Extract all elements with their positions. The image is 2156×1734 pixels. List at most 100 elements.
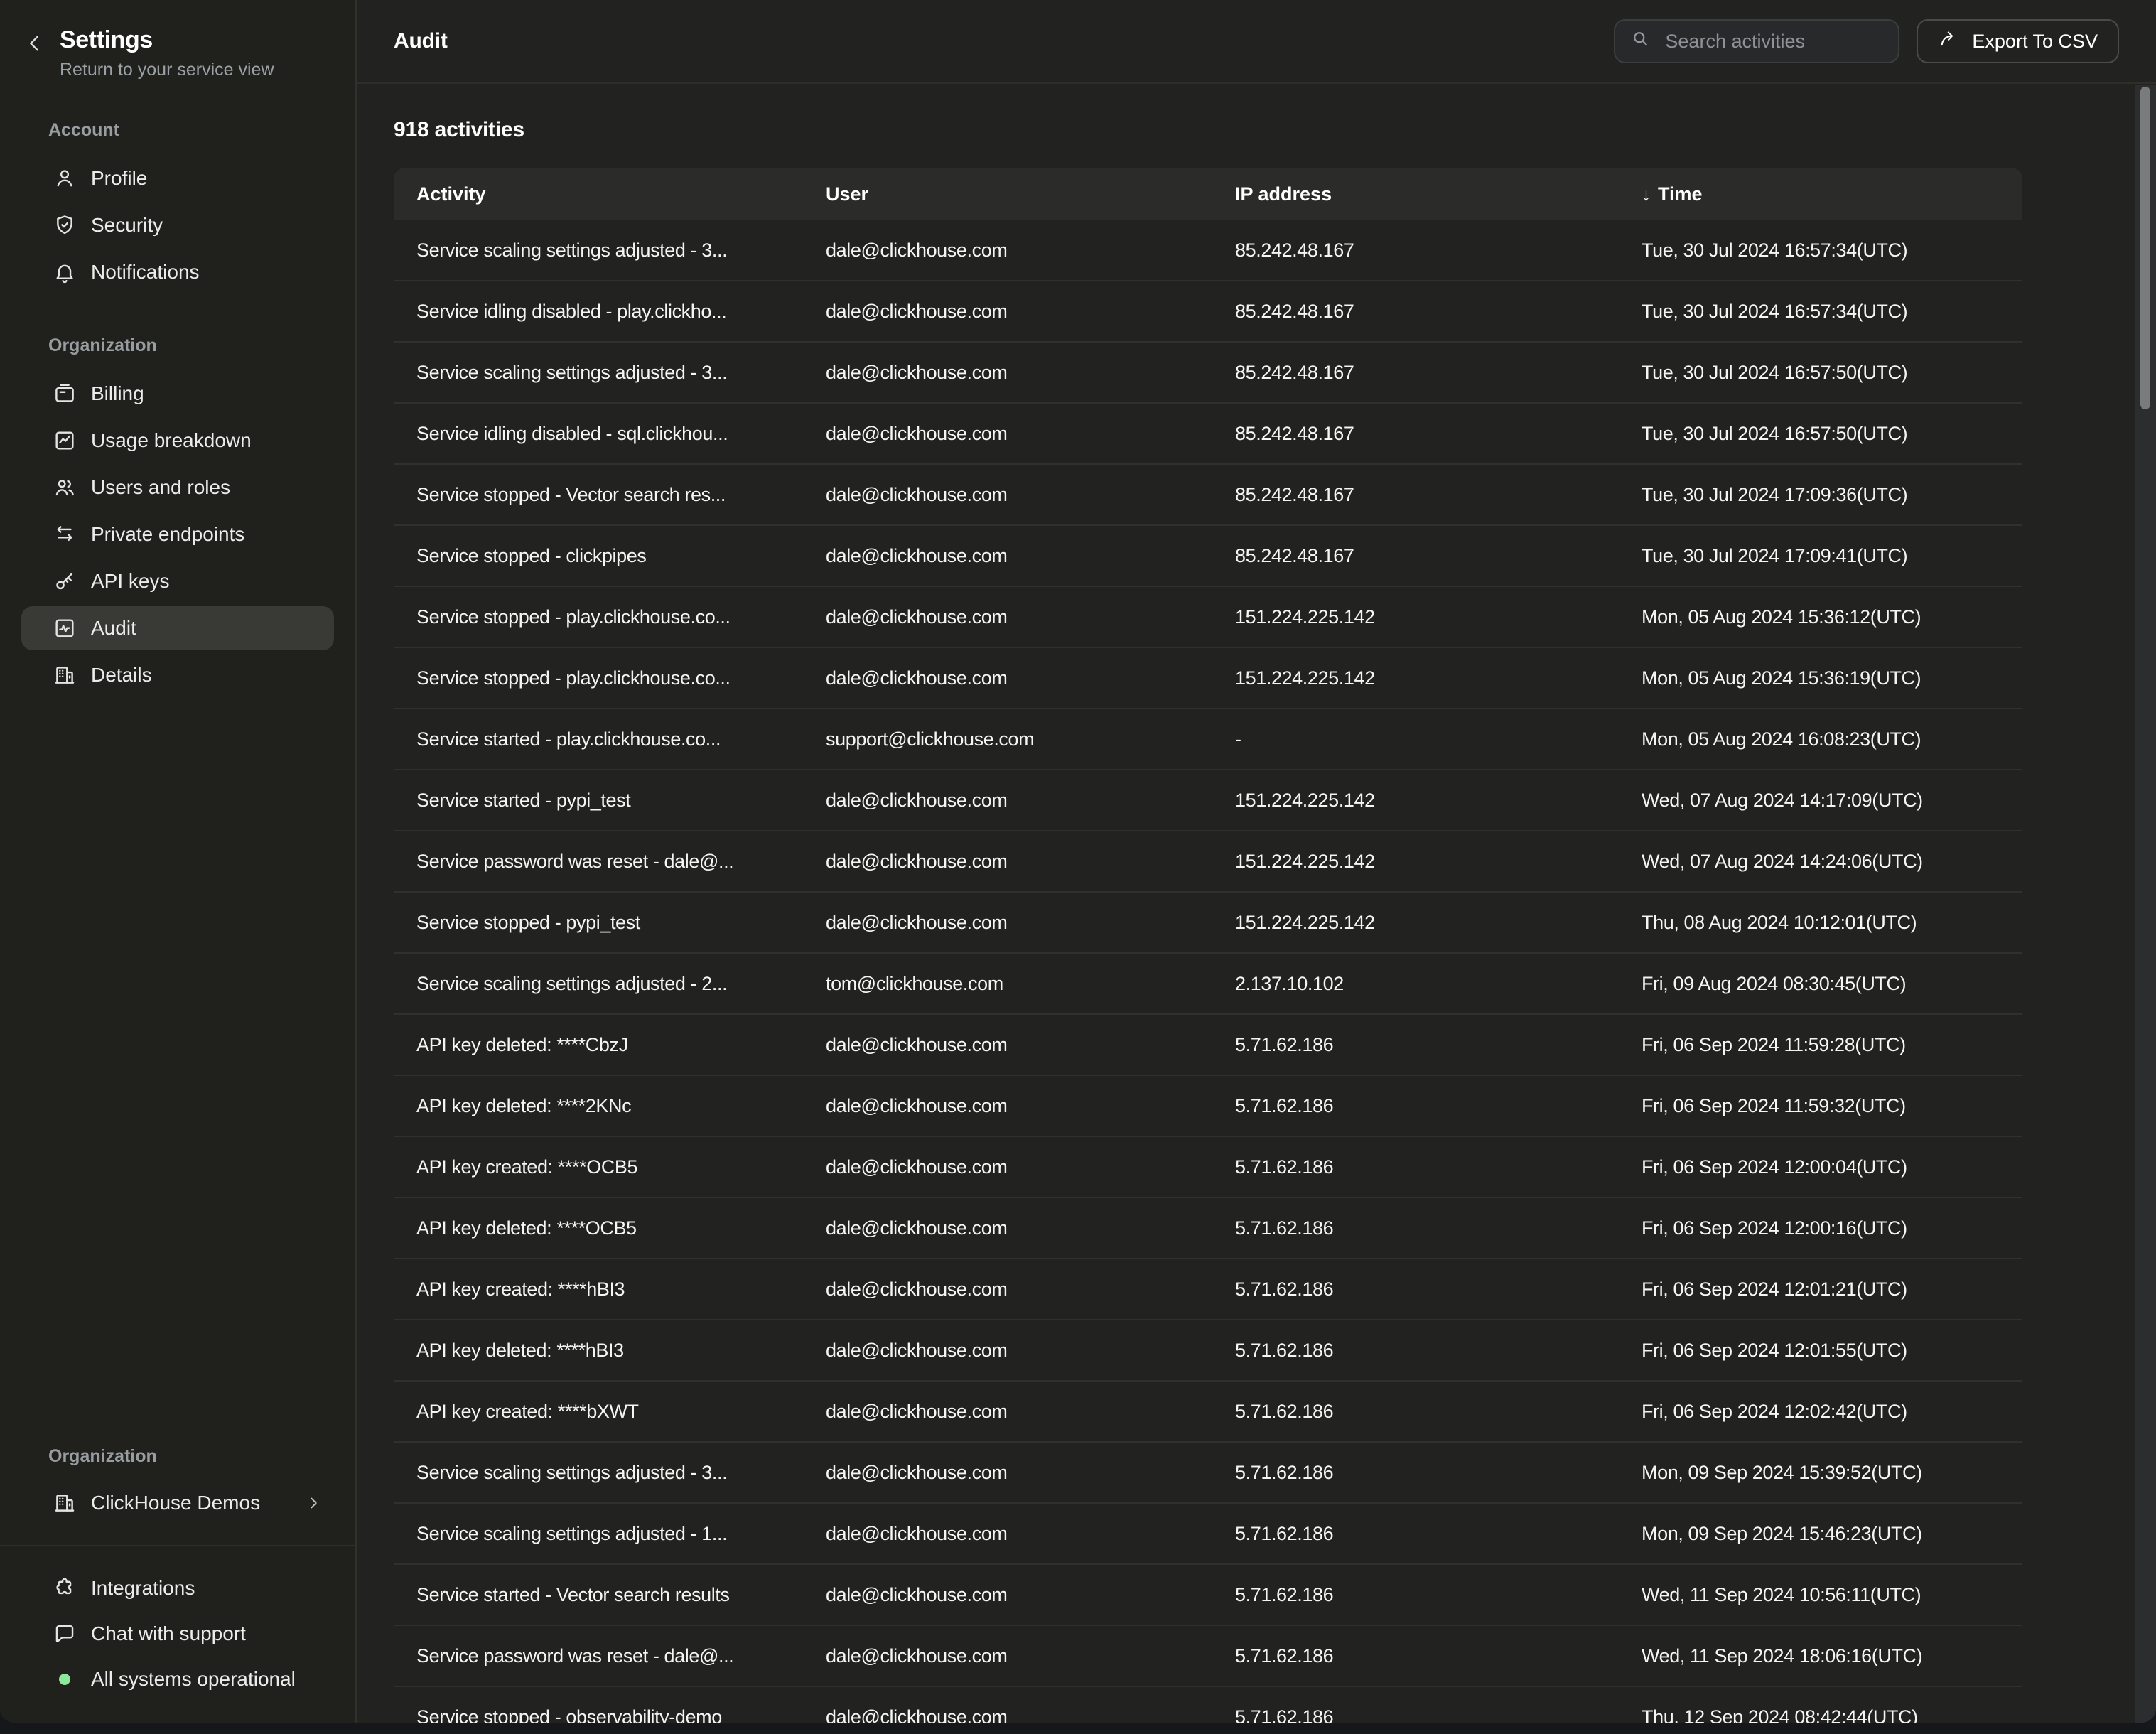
table-row[interactable]: Service scaling settings adjusted - 1...… — [394, 1504, 2022, 1565]
content-title: Audit — [394, 29, 448, 53]
search-box[interactable] — [1614, 19, 1899, 63]
column-header-ip[interactable]: IP address — [1212, 183, 1619, 205]
table-row[interactable]: Service password was reset - dale@... da… — [394, 831, 2022, 893]
cell-activity: Service scaling settings adjusted - 3... — [394, 362, 803, 384]
sidebar-item-details[interactable]: Details — [21, 653, 334, 697]
sidebar-item-audit[interactable]: Audit — [21, 606, 334, 650]
swap-arrows-icon — [53, 522, 77, 546]
table-row[interactable]: API key created: ****bXWT dale@clickhous… — [394, 1382, 2022, 1443]
table-row[interactable]: Service scaling settings adjusted - 3...… — [394, 1443, 2022, 1504]
sidebar-item-system-status[interactable]: All systems operational — [21, 1657, 334, 1701]
table-row[interactable]: API key deleted: ****OCB5 dale@clickhous… — [394, 1198, 2022, 1259]
key-icon — [53, 569, 77, 593]
cell-ip: 5.71.62.186 — [1212, 1095, 1619, 1117]
scrollbar-thumb[interactable] — [2140, 87, 2150, 409]
cell-ip: 5.71.62.186 — [1212, 1401, 1619, 1423]
table-row[interactable]: Service scaling settings adjusted - 3...… — [394, 343, 2022, 404]
table-row[interactable]: Service idling disabled - sql.clickhou..… — [394, 404, 2022, 465]
table-row[interactable]: Service stopped - observability-demo dal… — [394, 1687, 2022, 1723]
return-link[interactable]: Return to your service view — [60, 60, 274, 80]
table-row[interactable]: Service started - pypi_test dale@clickho… — [394, 770, 2022, 831]
table-row[interactable]: Service started - play.clickhouse.co... … — [394, 709, 2022, 770]
cell-ip: 5.71.62.186 — [1212, 1462, 1619, 1484]
sidebar-item-billing[interactable]: Billing — [21, 372, 334, 416]
table-row[interactable]: Service stopped - Vector search res... d… — [394, 465, 2022, 526]
back-button[interactable] — [23, 31, 47, 60]
table-row[interactable]: Service password was reset - dale@... da… — [394, 1626, 2022, 1687]
table-row[interactable]: Service stopped - clickpipes dale@clickh… — [394, 526, 2022, 587]
table-row[interactable]: API key deleted: ****2KNc dale@clickhous… — [394, 1076, 2022, 1137]
cell-user: dale@clickhouse.com — [803, 667, 1212, 689]
column-header-time[interactable]: ↓ Time — [1619, 183, 2022, 205]
table-row[interactable]: Service scaling settings adjusted - 3...… — [394, 220, 2022, 281]
billing-card-icon — [53, 382, 77, 406]
cell-user: dale@clickhouse.com — [803, 1462, 1212, 1484]
topbar-actions: Export To CSV — [1614, 19, 2119, 63]
cell-activity: API key deleted: ****hBI3 — [394, 1340, 803, 1362]
table-row[interactable]: Service stopped - play.clickhouse.co... … — [394, 587, 2022, 648]
cell-time: Fri, 06 Sep 2024 12:02:42(UTC) — [1619, 1401, 2022, 1423]
table-row[interactable]: API key created: ****hBI3 dale@clickhous… — [394, 1259, 2022, 1320]
sidebar-item-security[interactable]: Security — [21, 203, 334, 247]
cell-time: Tue, 30 Jul 2024 16:57:34(UTC) — [1619, 301, 2022, 323]
status-dot — [59, 1674, 70, 1685]
table-row[interactable]: Service stopped - pypi_test dale@clickho… — [394, 893, 2022, 954]
cell-ip: 5.71.62.186 — [1212, 1706, 1619, 1723]
table-row[interactable]: API key deleted: ****hBI3 dale@clickhous… — [394, 1320, 2022, 1382]
cell-activity: API key deleted: ****CbzJ — [394, 1034, 803, 1056]
sidebar-item-users-and-roles[interactable]: Users and roles — [21, 465, 334, 510]
cell-user: dale@clickhouse.com — [803, 362, 1212, 384]
cell-user: dale@clickhouse.com — [803, 1340, 1212, 1362]
scrollbar-track[interactable] — [2135, 85, 2156, 1723]
table-row[interactable]: API key created: ****OCB5 dale@clickhous… — [394, 1137, 2022, 1198]
cell-user: tom@clickhouse.com — [803, 973, 1212, 995]
cell-time: Tue, 30 Jul 2024 17:09:41(UTC) — [1619, 545, 2022, 567]
sidebar-item-api-keys[interactable]: API keys — [21, 559, 334, 603]
column-header-user[interactable]: User — [803, 183, 1212, 205]
cell-ip: 5.71.62.186 — [1212, 1034, 1619, 1056]
search-icon — [1629, 28, 1651, 55]
divider — [0, 1545, 355, 1546]
table-row[interactable]: Service started - Vector search results … — [394, 1565, 2022, 1626]
search-input[interactable] — [1662, 29, 1884, 54]
cell-ip: 5.71.62.186 — [1212, 1217, 1619, 1239]
cell-ip: - — [1212, 728, 1619, 750]
sidebar-item-usage-breakdown[interactable]: Usage breakdown — [21, 419, 334, 463]
section-label-account: Account — [48, 120, 355, 141]
users-icon — [53, 475, 77, 500]
cell-activity: API key created: ****bXWT — [394, 1401, 803, 1423]
app: Settings Return to your service view Acc… — [0, 0, 2156, 1734]
table-row[interactable]: Service idling disabled - play.clickho..… — [394, 281, 2022, 343]
table-row[interactable]: Service stopped - play.clickhouse.co... … — [394, 648, 2022, 709]
cell-time: Tue, 30 Jul 2024 16:57:50(UTC) — [1619, 362, 2022, 384]
user-icon — [53, 166, 77, 190]
sidebar-item-integrations[interactable]: Integrations — [21, 1566, 334, 1610]
column-header-activity[interactable]: Activity — [394, 183, 803, 205]
sidebar-item-private-endpoints[interactable]: Private endpoints — [21, 512, 334, 556]
cell-ip: 151.224.225.142 — [1212, 790, 1619, 812]
cell-ip: 151.224.225.142 — [1212, 667, 1619, 689]
sidebar-item-chat-support[interactable]: Chat with support — [21, 1612, 334, 1656]
sidebar-header: Settings Return to your service view — [0, 0, 355, 80]
table-row[interactable]: Service scaling settings adjusted - 2...… — [394, 954, 2022, 1015]
sidebar: Settings Return to your service view Acc… — [0, 0, 357, 1723]
org-switcher[interactable]: ClickHouse Demos — [21, 1481, 334, 1525]
sidebar-item-profile[interactable]: Profile — [21, 156, 334, 200]
building-icon — [53, 1491, 77, 1515]
sidebar-item-notifications[interactable]: Notifications — [21, 250, 334, 294]
cell-time: Mon, 05 Aug 2024 16:08:23(UTC) — [1619, 728, 2022, 750]
org-switcher-label: Organization — [48, 1446, 355, 1467]
cell-ip: 5.71.62.186 — [1212, 1156, 1619, 1178]
cell-ip: 85.242.48.167 — [1212, 239, 1619, 262]
table-header: Activity User IP address ↓ Time — [394, 168, 2022, 220]
section-label-organization: Organization — [48, 335, 355, 356]
cell-ip: 85.242.48.167 — [1212, 484, 1619, 506]
cell-ip: 85.242.48.167 — [1212, 301, 1619, 323]
table-row[interactable]: API key deleted: ****CbzJ dale@clickhous… — [394, 1015, 2022, 1076]
cell-time: Tue, 30 Jul 2024 16:57:50(UTC) — [1619, 423, 2022, 445]
cell-activity: Service started - Vector search results — [394, 1584, 803, 1606]
export-csv-button[interactable]: Export To CSV — [1917, 19, 2119, 63]
cell-ip: 5.71.62.186 — [1212, 1340, 1619, 1362]
cell-time: Fri, 06 Sep 2024 12:01:21(UTC) — [1619, 1278, 2022, 1300]
cell-time: Mon, 09 Sep 2024 15:46:23(UTC) — [1619, 1523, 2022, 1545]
